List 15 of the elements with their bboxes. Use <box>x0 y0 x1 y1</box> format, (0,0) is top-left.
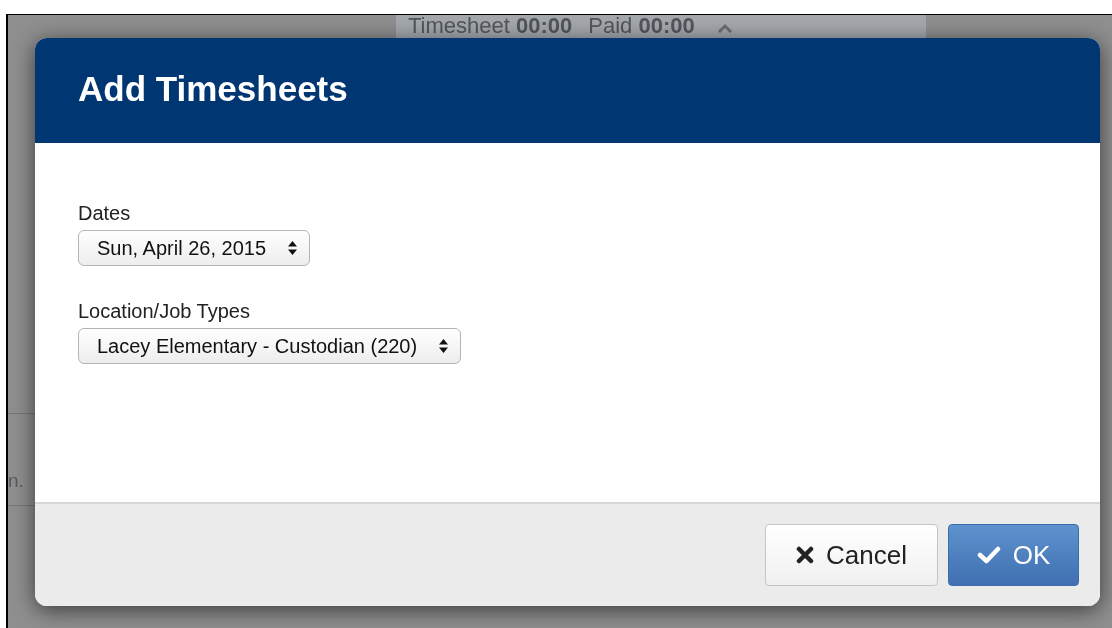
ok-button[interactable]: OK <box>948 524 1079 586</box>
cancel-button[interactable]: Cancel <box>765 524 938 586</box>
close-icon <box>796 546 815 564</box>
field-label: Location/Job Types <box>78 299 250 324</box>
select-field[interactable]: Sun, April 26, 2015 <box>78 230 310 266</box>
chevron-up-icon <box>716 23 733 33</box>
select-field[interactable]: Lacey Elementary - Custodian (220) <box>78 328 462 364</box>
summary-text: Timesheet 00:00 <box>408 15 573 37</box>
check-icon <box>976 546 1001 564</box>
summary-text: Paid 00:00 <box>588 15 695 37</box>
page-text: n. <box>8 469 24 493</box>
select-arrows-icon <box>439 339 449 353</box>
select-arrows-icon <box>288 241 297 255</box>
dialog-title: Add Timesheets <box>78 68 348 111</box>
field-label: Dates <box>78 201 131 226</box>
